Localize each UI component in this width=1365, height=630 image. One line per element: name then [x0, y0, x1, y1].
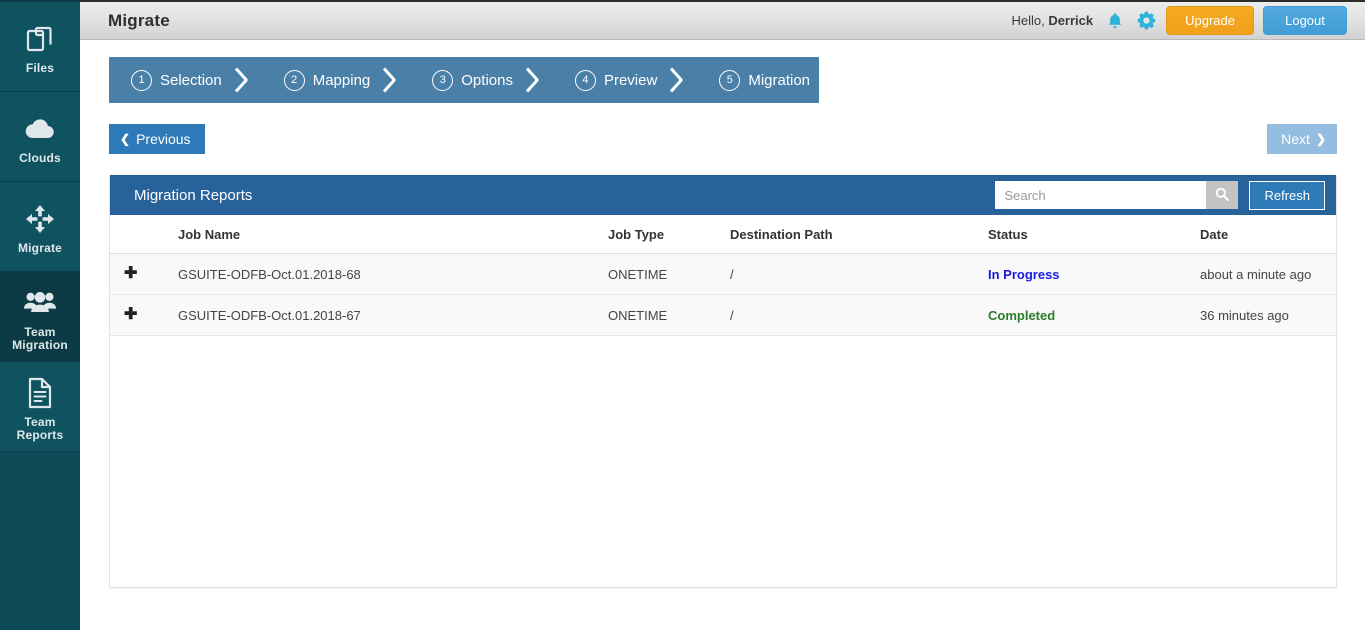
table-body: ✚ GSUITE-ODFB-Oct.01.2018-68 ONETIME / I… — [110, 253, 1336, 336]
chevron-right-icon: ❯ — [1315, 132, 1326, 146]
chevron-left-icon: ❮ — [120, 132, 131, 146]
page-title: Migrate — [108, 10, 170, 30]
table-header: Job Name Job Type Destination Path Statu… — [110, 215, 1336, 254]
search-box — [995, 181, 1239, 209]
row-expand-cell[interactable]: ✚ — [110, 294, 178, 336]
bell-icon[interactable] — [1104, 10, 1126, 32]
row-expand-cell[interactable]: ✚ — [110, 253, 178, 295]
sidebar-item-clouds[interactable]: Clouds — [0, 92, 80, 182]
move-arrows-icon — [23, 202, 57, 236]
refresh-button[interactable]: Refresh — [1249, 180, 1325, 210]
status-badge: In Progress — [988, 266, 1060, 282]
people-group-icon — [23, 286, 57, 320]
step-separator-icon — [380, 57, 407, 103]
greeting-text: Hello, — [1011, 13, 1049, 28]
panel-empty-space — [110, 336, 1336, 587]
previous-button[interactable]: ❮ Previous — [109, 124, 205, 154]
cell-date: 36 minutes ago — [1200, 294, 1336, 336]
column-header-status: Status — [988, 215, 1200, 254]
user-greeting: Hello, Derrick — [1011, 13, 1093, 28]
cell-job-name: GSUITE-ODFB-Oct.01.2018-67 — [178, 294, 608, 336]
wizard-step-options[interactable]: 3 Options — [406, 57, 523, 103]
document-report-icon — [23, 376, 57, 410]
top-bar: Migrate Hello, Derrick Upgrade Logout — [80, 0, 1365, 40]
column-header-date: Date — [1200, 215, 1336, 254]
sidebar-item-label: Migrate — [17, 241, 63, 255]
wizard-step-preview[interactable]: 4 Preview — [548, 57, 668, 103]
column-header-expand — [110, 215, 178, 254]
sidebar: Files Clouds Migrate Team Migration Team… — [0, 0, 80, 630]
cell-destination: / — [730, 253, 988, 295]
sidebar-item-label: Clouds — [19, 151, 61, 165]
search-input[interactable] — [995, 181, 1207, 209]
sidebar-item-team-migration[interactable]: Team Migration — [0, 272, 80, 362]
panel-tools: Refresh — [995, 180, 1325, 210]
cell-job-type: ONETIME — [608, 253, 730, 295]
wizard-nav-row: ❮ Previous Next ❯ — [109, 123, 1345, 155]
search-icon — [1215, 187, 1230, 204]
upgrade-button[interactable]: Upgrade — [1166, 6, 1254, 35]
wizard-steps: 1 Selection 2 Mapping 3 Options 4 Previe… — [109, 57, 819, 103]
migration-reports-table: Job Name Job Type Destination Path Statu… — [110, 215, 1336, 336]
cell-status: Completed — [988, 294, 1200, 336]
column-header-job-name: Job Name — [178, 215, 608, 254]
content-area: 1 Selection 2 Mapping 3 Options 4 Previe… — [80, 40, 1365, 630]
migration-reports-panel: Migration Reports Search Refresh Job Nam… — [109, 175, 1337, 588]
logout-button[interactable]: Logout — [1263, 6, 1347, 35]
previous-button-label: Previous — [136, 131, 191, 147]
cloud-icon — [23, 112, 57, 146]
panel-title: Migration Reports — [134, 186, 253, 204]
step-number: 1 — [131, 69, 152, 91]
expand-plus-icon[interactable]: ✚ — [124, 266, 137, 282]
cell-date: about a minute ago — [1200, 253, 1336, 295]
column-header-destination: Destination Path — [730, 215, 988, 254]
step-label: Selection — [160, 71, 222, 89]
step-number: 5 — [719, 69, 741, 91]
sidebar-item-label: Team Reports — [16, 414, 64, 442]
user-name: Derrick — [1048, 13, 1094, 28]
status-badge: Completed — [988, 307, 1056, 323]
cell-status: In Progress — [988, 253, 1200, 295]
app-root: Files Clouds Migrate Team Migration Team… — [0, 0, 1365, 630]
sidebar-item-label: Files — [25, 61, 55, 75]
cell-job-name: GSUITE-ODFB-Oct.01.2018-68 — [178, 253, 608, 295]
table-header-row: Job Name Job Type Destination Path Statu… — [110, 215, 1336, 254]
wizard-step-selection[interactable]: 1 Selection — [109, 57, 232, 103]
step-number: 4 — [574, 69, 596, 91]
panel-header: Migration Reports Search Refresh — [110, 175, 1336, 215]
cell-job-type: ONETIME — [608, 294, 730, 336]
next-button[interactable]: Next ❯ — [1267, 124, 1337, 154]
gear-icon[interactable] — [1135, 10, 1157, 32]
step-number: 3 — [432, 69, 454, 91]
files-icon — [23, 22, 57, 56]
step-separator-icon — [522, 57, 549, 103]
top-bar-actions: Hello, Derrick Upgrade Logout — [1011, 6, 1347, 35]
step-separator-icon — [231, 57, 258, 103]
sidebar-item-team-reports[interactable]: Team Reports — [0, 362, 80, 452]
step-separator-icon — [667, 57, 694, 103]
cell-destination: / — [730, 294, 988, 336]
table-row[interactable]: ✚ GSUITE-ODFB-Oct.01.2018-68 ONETIME / I… — [110, 253, 1336, 295]
wizard-step-mapping[interactable]: 2 Mapping — [257, 57, 381, 103]
step-label: Mapping — [312, 71, 371, 89]
column-header-job-type: Job Type — [608, 215, 730, 254]
sidebar-item-label: Team Migration — [12, 324, 68, 352]
sidebar-filler — [0, 452, 80, 630]
wizard-step-migration[interactable]: 5 Migration — [693, 57, 819, 103]
search-button[interactable] — [1206, 181, 1239, 209]
main-area: Migrate Hello, Derrick Upgrade Logout 1 … — [80, 0, 1365, 630]
sidebar-item-migrate[interactable]: Migrate — [0, 182, 80, 272]
table-row[interactable]: ✚ GSUITE-ODFB-Oct.01.2018-67 ONETIME / C… — [110, 294, 1336, 336]
step-label: Options — [461, 71, 513, 89]
step-number: 2 — [283, 69, 305, 91]
step-label: Preview — [603, 71, 658, 89]
step-label: Migration — [748, 71, 811, 89]
expand-plus-icon[interactable]: ✚ — [124, 307, 137, 323]
sidebar-item-files[interactable]: Files — [0, 2, 80, 92]
next-button-label: Next — [1281, 131, 1310, 147]
